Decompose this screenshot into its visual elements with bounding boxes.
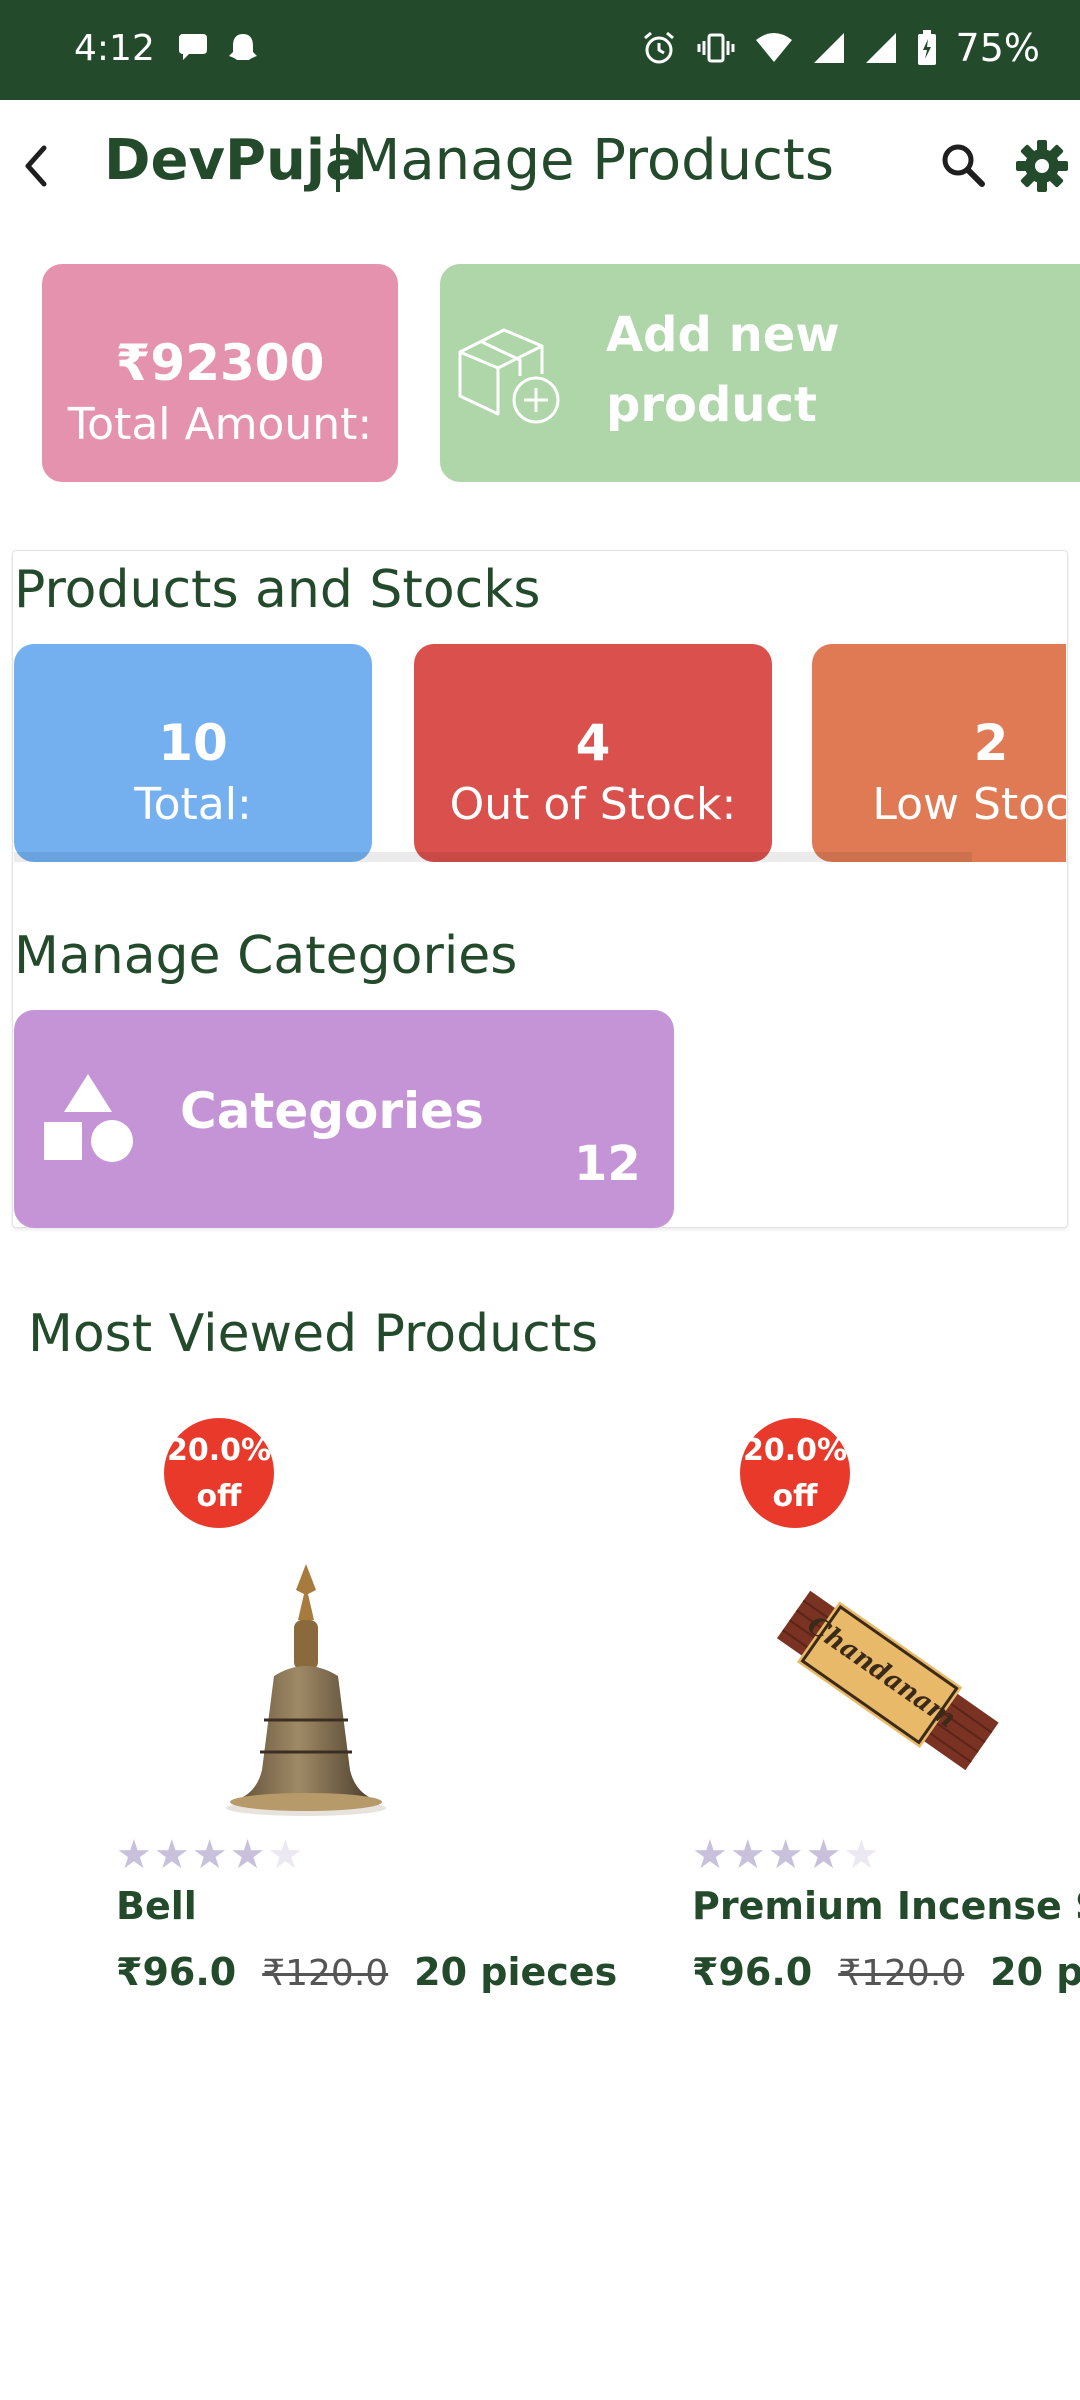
product-price: ₹96.0 <box>116 1950 237 1994</box>
wifi-icon <box>755 33 792 62</box>
star-icon: ★ <box>116 1832 154 1878</box>
battery-icon <box>917 30 936 65</box>
product-stock: 20 pieces <box>990 1950 1080 1994</box>
product-card[interactable]: 20.0% off Chandanam ★★★★★ Premium Incens… <box>692 1410 1080 2030</box>
categories-button[interactable]: Categories 12 <box>14 1010 674 1228</box>
star-icon: ★ <box>767 1832 806 1878</box>
gear-icon[interactable] <box>1014 138 1070 194</box>
add-new-product-button[interactable]: Add new product <box>440 264 1080 482</box>
total-products-label: Total: <box>134 779 252 830</box>
title-divider <box>336 134 340 192</box>
rating-stars: ★★★★★ <box>692 1832 881 1878</box>
out-of-stock-card[interactable]: 4 Out of Stock: <box>414 644 772 862</box>
add-new-product-label: Add new product <box>606 307 840 433</box>
low-stock-card[interactable]: 2 Low Stock: <box>812 644 1066 862</box>
star-icon: ★ <box>805 1832 844 1878</box>
discount-badge: 20.0% off <box>740 1418 850 1528</box>
total-amount-label: Total Amount: <box>67 399 373 450</box>
low-stock-value: 2 <box>973 714 1009 772</box>
discount-badge: 20.0% off <box>164 1418 274 1528</box>
page-title: Manage Products <box>352 128 835 193</box>
out-of-stock-label: Out of Stock: <box>449 779 737 830</box>
products-stocks-title: Products and Stocks <box>14 560 541 620</box>
categories-count: 12 <box>574 1136 641 1192</box>
ghost-icon <box>229 34 257 60</box>
star-icon: ★ <box>229 1832 268 1878</box>
notification-icons <box>175 30 261 66</box>
signal-icon <box>813 33 844 63</box>
low-stock-label: Low Stock: <box>872 779 1066 830</box>
star-empty-icon: ★ <box>843 1832 882 1878</box>
horizontal-scrollbar[interactable] <box>14 852 972 862</box>
product-stock: 20 pieces <box>414 1950 618 1994</box>
status-time: 4:12 <box>74 28 155 69</box>
app-bar: DevPuja Manage Products <box>0 100 1080 230</box>
back-arrow-icon[interactable] <box>8 136 68 196</box>
product-price-row: ₹96.0 ₹120.0 20 pieces <box>692 1950 1080 1994</box>
product-name: Bell <box>116 1884 197 1928</box>
incense-sticks-image: Chandanam <box>776 1590 999 1771</box>
rating-stars: ★★★★★ <box>116 1832 305 1878</box>
vibrate-icon <box>697 33 735 63</box>
discount-percent: 20.0% <box>166 1433 272 1468</box>
star-empty-icon: ★ <box>267 1832 306 1878</box>
categories-label: Categories <box>180 1082 484 1140</box>
discount-off: off <box>196 1479 242 1514</box>
out-of-stock-value: 4 <box>575 714 611 772</box>
bell-image <box>226 1564 386 1816</box>
discount-off: off <box>772 1479 818 1514</box>
signal-icon-2 <box>865 33 896 63</box>
star-icon: ★ <box>191 1832 230 1878</box>
product-old-price: ₹120.0 <box>838 1953 965 1994</box>
battery-percent: 75% <box>955 26 1040 70</box>
product-price: ₹96.0 <box>692 1950 813 1994</box>
total-amount-card[interactable]: ₹92300 Total Amount: <box>42 264 398 482</box>
box-add-icon <box>458 328 560 424</box>
product-old-price: ₹120.0 <box>262 1953 389 1994</box>
star-icon: ★ <box>729 1832 768 1878</box>
total-products-value: 10 <box>158 714 228 772</box>
product-price-row: ₹96.0 ₹120.0 20 pieces <box>116 1950 617 1994</box>
search-icon[interactable] <box>938 140 988 190</box>
star-icon: ★ <box>153 1832 192 1878</box>
discount-percent: 20.0% <box>742 1433 848 1468</box>
product-name: Premium Incense Sticks <box>692 1884 1080 1928</box>
total-amount-value: ₹92300 <box>115 334 325 392</box>
product-card[interactable]: 20.0% off ★★★★★ Bell ₹96.0 ₹120.0 20 piece… <box>116 1410 636 2030</box>
status-bar: 4:12 75% <box>0 0 1080 100</box>
manage-categories-title: Manage Categories <box>14 926 518 986</box>
brand-name: DevPuja <box>104 128 363 193</box>
system-icons: 75% <box>640 26 1040 70</box>
star-icon: ★ <box>692 1832 730 1878</box>
chat-bubble-icon <box>179 34 207 60</box>
total-products-card[interactable]: 10 Total: <box>14 644 372 862</box>
alarm-icon <box>643 31 674 64</box>
most-viewed-title: Most Viewed Products <box>28 1304 599 1364</box>
shapes-icon <box>44 1074 133 1162</box>
